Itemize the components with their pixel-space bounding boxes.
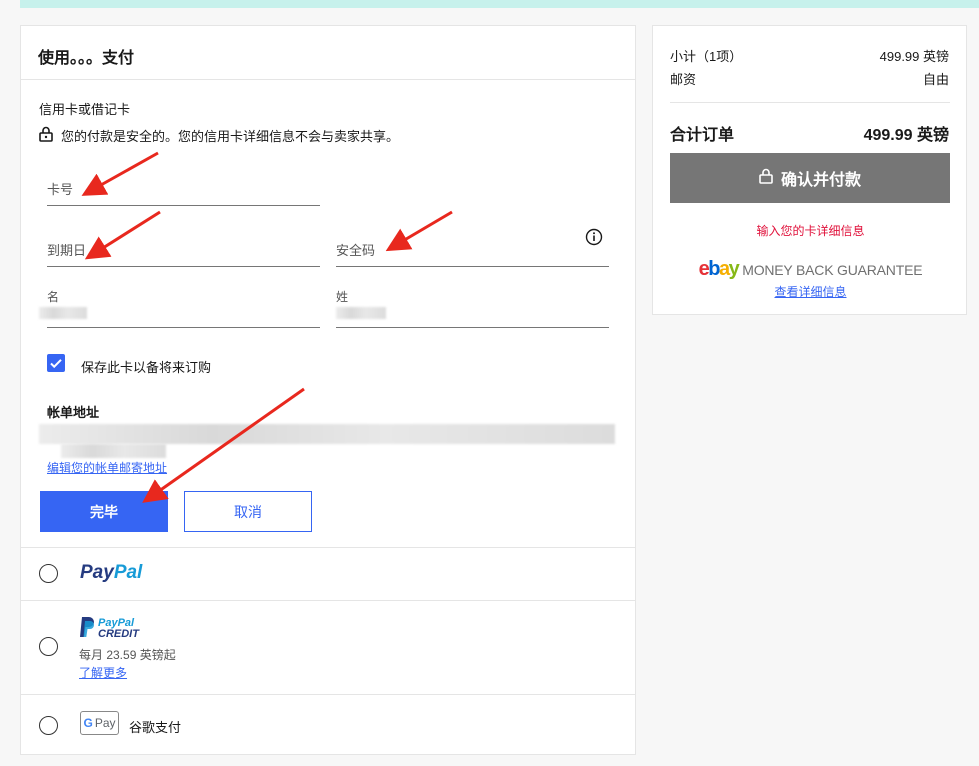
payment-panel: 使用。。。支付 信用卡或借记卡 您的付款是安全的。您的信用卡详细信息不会与卖家共…	[20, 25, 636, 755]
expiry-placeholder: 到期日	[47, 243, 87, 258]
postage-value: 自由	[922, 72, 949, 87]
card-error-message: 输入您的卡详细信息	[756, 224, 865, 238]
paypal-credit-radio[interactable]	[39, 637, 58, 656]
google-pay-radio[interactable]	[39, 716, 58, 735]
top-banner-strip	[20, 0, 979, 8]
learn-more-link[interactable]: 了解更多	[79, 664, 127, 681]
security-code-placeholder: 安全码	[336, 243, 376, 258]
redacted-billing-address-line2	[61, 444, 166, 458]
secure-note-row: 您的付款是安全的。您的信用卡详细信息不会与卖家共享。	[39, 126, 399, 145]
first-name-label: 名	[47, 290, 60, 304]
divider	[21, 79, 635, 80]
confirm-label: 确认并付款	[780, 172, 861, 189]
done-button[interactable]: 完毕	[40, 491, 168, 532]
credit-monthly-text: 每月 23.59 英镑起	[79, 648, 176, 662]
redacted-last-name	[336, 307, 386, 319]
google-g-icon: G	[83, 716, 93, 730]
money-back-guarantee: ebay MONEY BACK GUARANTEE	[653, 258, 968, 281]
last-name-label: 姓	[336, 290, 349, 304]
billing-address-title: 帐单地址	[47, 405, 100, 420]
cancel-button[interactable]: 取消	[184, 491, 312, 532]
edit-billing-address-link[interactable]: 编辑您的帐单邮寄地址	[47, 459, 167, 476]
confirm-and-pay-button[interactable]: 确认并付款	[670, 153, 950, 203]
paypal-p-icon	[79, 616, 95, 641]
divider	[21, 694, 635, 695]
payment-title: 使用。。。支付	[38, 50, 135, 67]
divider	[670, 102, 950, 103]
view-details-link[interactable]: 查看详细信息	[653, 283, 968, 300]
card-number-placeholder: 卡号	[47, 182, 74, 197]
info-icon[interactable]	[585, 228, 603, 249]
total-value: 499.99 英镑	[863, 127, 949, 144]
security-code-field[interactable]: 安全码	[336, 227, 609, 267]
card-number-field[interactable]: 卡号	[47, 166, 320, 206]
expiry-field[interactable]: 到期日	[47, 227, 320, 267]
divider	[21, 547, 635, 548]
last-name-field[interactable]: 姓	[336, 288, 609, 328]
redacted-first-name	[39, 307, 87, 319]
paypal-logo: PayPal	[80, 562, 143, 583]
order-summary-panel: 小计（1项） 499.99 英镑 邮资 自由 合计订单 499.99 英镑 确认…	[652, 25, 967, 315]
ebay-logo: ebay	[698, 258, 740, 280]
paypal-credit-logo: PayPal CREDIT	[79, 616, 139, 641]
save-card-checkbox[interactable]	[47, 354, 65, 372]
paypal-radio[interactable]	[39, 564, 58, 583]
postage-label: 邮资	[670, 72, 697, 87]
first-name-field[interactable]: 名	[39, 288, 320, 328]
redacted-billing-address	[39, 424, 615, 444]
check-icon	[50, 359, 62, 369]
lock-icon	[759, 168, 773, 189]
subtotal-label: 小计（1项）	[670, 49, 743, 64]
card-section-label: 信用卡或借记卡	[39, 102, 131, 117]
lock-icon	[39, 126, 53, 145]
total-label: 合计订单	[670, 127, 735, 144]
subtotal-value: 499.99 英镑	[879, 49, 949, 64]
secure-note: 您的付款是安全的。您的信用卡详细信息不会与卖家共享。	[61, 129, 400, 144]
google-pay-badge: G Pay	[80, 711, 119, 735]
google-pay-label: 谷歌支付	[129, 720, 182, 735]
divider	[21, 600, 635, 601]
save-card-label: 保存此卡以备将来订购	[81, 360, 212, 375]
guarantee-text: MONEY BACK GUARANTEE	[742, 262, 923, 278]
